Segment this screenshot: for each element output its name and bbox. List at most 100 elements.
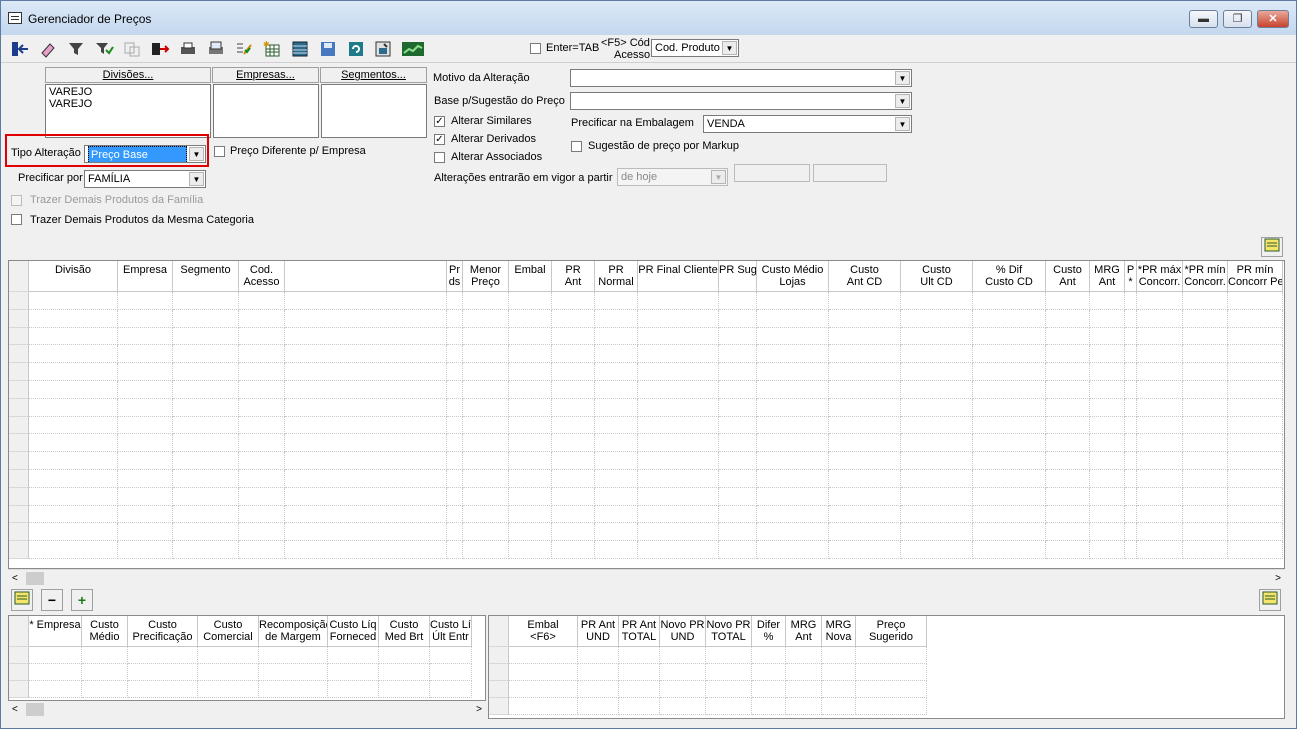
grid-cell[interactable] — [1046, 345, 1090, 364]
grid-cell[interactable] — [379, 664, 430, 681]
precificar-por-select[interactable]: FAMÍLIA ▼ — [84, 170, 206, 188]
grid-cell[interactable] — [757, 434, 829, 453]
grid-cell[interactable] — [1183, 452, 1228, 470]
grid-cell[interactable] — [239, 416, 285, 435]
column-header[interactable]: Embal — [509, 261, 552, 292]
grid-cell[interactable] — [752, 681, 786, 698]
column-header[interactable]: PR Normal — [595, 261, 638, 292]
grid-cell[interactable] — [829, 345, 901, 364]
grid-cell[interactable] — [463, 292, 509, 310]
grid-cell[interactable] — [509, 292, 552, 310]
grid-cell[interactable] — [1090, 541, 1125, 559]
grid-cell[interactable] — [173, 398, 239, 417]
grid-cell[interactable] — [1137, 398, 1183, 417]
grid-cell[interactable] — [447, 470, 463, 488]
grid-cell[interactable] — [1228, 345, 1283, 364]
row-header[interactable] — [9, 647, 29, 664]
grid-cell[interactable] — [82, 681, 128, 698]
grid-cell[interactable] — [1183, 363, 1228, 381]
grid-cell[interactable] — [1090, 345, 1125, 364]
grid-cell[interactable] — [509, 698, 578, 715]
grid-cell[interactable] — [901, 345, 973, 364]
grid-cell[interactable] — [1228, 541, 1283, 559]
column-header[interactable]: Custo Comercial — [198, 616, 259, 647]
vigor-select[interactable]: de hoje ▼ — [617, 168, 728, 186]
divisoes-list[interactable]: VAREJO VAREJO — [45, 84, 211, 138]
grid-cell[interactable] — [552, 345, 595, 364]
list-item[interactable]: VAREJO — [49, 98, 207, 110]
grid-cell[interactable] — [509, 541, 552, 559]
alterar-associados-checkbox[interactable] — [434, 152, 445, 163]
grid-cell[interactable] — [379, 647, 430, 664]
grid-cell[interactable] — [430, 664, 472, 681]
grid-cell[interactable] — [463, 327, 509, 346]
save-icon[interactable] — [316, 38, 340, 60]
grid-cell[interactable] — [285, 416, 447, 435]
trazer-familia-checkbox[interactable] — [11, 195, 22, 206]
grid-cell[interactable] — [1137, 292, 1183, 310]
grid-cell[interactable] — [552, 363, 595, 381]
grid-cell[interactable] — [509, 345, 552, 364]
grid-cell[interactable] — [619, 647, 660, 664]
grid-cell[interactable] — [786, 647, 822, 664]
grid-cell[interactable] — [239, 309, 285, 328]
grid-cell[interactable] — [1090, 434, 1125, 453]
grid-cell[interactable] — [1090, 452, 1125, 470]
grid-cell[interactable] — [829, 416, 901, 435]
grid-cell[interactable] — [128, 647, 198, 664]
grid-cell[interactable] — [1228, 487, 1283, 506]
column-header[interactable]: PR Sug — [719, 261, 757, 292]
grid-cell[interactable] — [118, 470, 173, 488]
grid-cell[interactable] — [259, 681, 328, 698]
grid-cell[interactable] — [29, 309, 118, 328]
grid-cell[interactable] — [856, 698, 927, 715]
grid-cell[interactable] — [173, 381, 239, 399]
scroll-right-icon[interactable]: > — [1275, 570, 1281, 587]
grid-cell[interactable] — [509, 416, 552, 435]
grid-cell[interactable] — [328, 681, 379, 698]
grid-cell[interactable] — [239, 434, 285, 453]
column-header[interactable]: Custo Médio — [82, 616, 128, 647]
grid-cell[interactable] — [1183, 541, 1228, 559]
column-header[interactable]: MRG Ant — [1090, 261, 1125, 292]
preco-diferente-checkbox[interactable] — [214, 146, 225, 157]
grid-cell[interactable] — [173, 416, 239, 435]
grid-cell[interactable] — [638, 309, 719, 328]
column-header[interactable]: Divisão — [29, 261, 118, 292]
grid-cell[interactable] — [82, 647, 128, 664]
grid-cell[interactable] — [259, 647, 328, 664]
grid-cell[interactable] — [757, 523, 829, 542]
grid-cell[interactable] — [1183, 470, 1228, 488]
grid-cell[interactable] — [173, 452, 239, 470]
grid-cell[interactable] — [285, 434, 447, 453]
grid-cell[interactable] — [1137, 487, 1183, 506]
grid-cell[interactable] — [638, 416, 719, 435]
grid-cell[interactable] — [1228, 523, 1283, 542]
grid-cell[interactable] — [1046, 434, 1090, 453]
grid-cell[interactable] — [1183, 309, 1228, 328]
grid-cell[interactable] — [509, 398, 552, 417]
embalagem-prices-grid[interactable]: Embal <F6> PR Ant UND PR Ant TOTAL Novo PR UND N… — [488, 615, 1285, 719]
grid-cell[interactable] — [901, 452, 973, 470]
grid-cell[interactable] — [660, 681, 706, 698]
grid-cell[interactable] — [757, 541, 829, 559]
grid-cell[interactable] — [239, 327, 285, 346]
grid-cell[interactable] — [128, 681, 198, 698]
grid-cell[interactable] — [173, 363, 239, 381]
grid-cell[interactable] — [463, 381, 509, 399]
grid-cell[interactable] — [595, 398, 638, 417]
row-header[interactable] — [9, 398, 29, 417]
grid-cell[interactable] — [595, 363, 638, 381]
grid-cell[interactable] — [118, 523, 173, 542]
grid-cell[interactable] — [829, 505, 901, 524]
column-header[interactable]: Custo LíqÚlt Entr — [430, 616, 472, 647]
grid-cell[interactable] — [856, 681, 927, 698]
grid-cell[interactable] — [118, 381, 173, 399]
grid-cell[interactable] — [901, 470, 973, 488]
row-header[interactable] — [489, 664, 509, 681]
grid-cell[interactable] — [1183, 327, 1228, 346]
column-header[interactable]: PR Ant UND — [578, 616, 619, 647]
grid-cell[interactable] — [447, 541, 463, 559]
grid-cell[interactable] — [239, 452, 285, 470]
column-header[interactable]: Pr ds — [447, 261, 463, 292]
